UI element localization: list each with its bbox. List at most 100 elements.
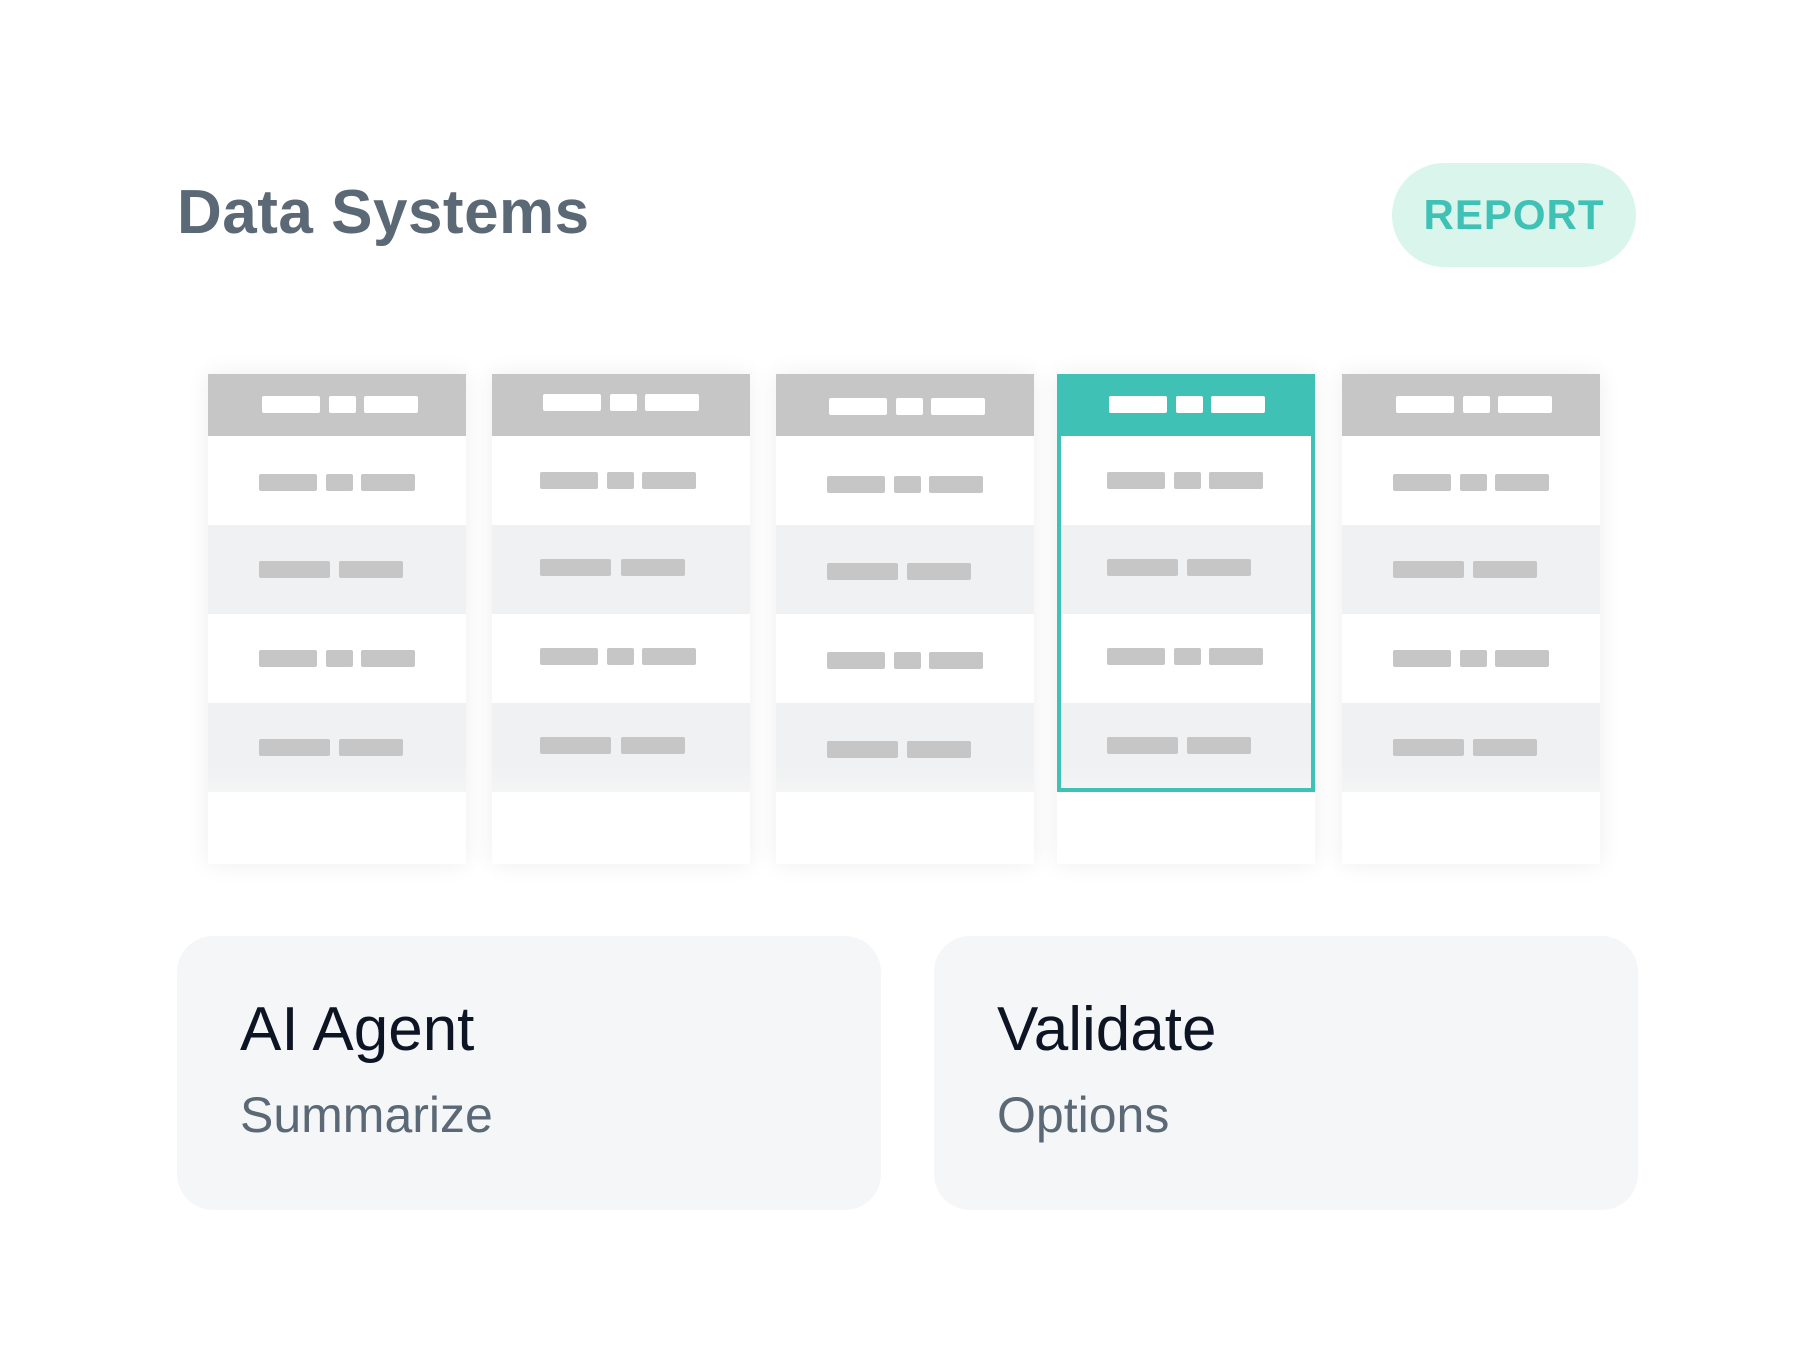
column-header[interactable] [1057, 374, 1315, 436]
header-placeholder [1211, 396, 1265, 413]
cell-placeholder [642, 472, 696, 489]
table-row [1342, 614, 1600, 703]
cell-placeholder [907, 563, 971, 580]
cell-placeholder [1174, 648, 1201, 665]
cell-placeholder [621, 737, 685, 754]
header-placeholder [262, 396, 320, 413]
header-placeholder [329, 396, 356, 413]
table-row [208, 525, 466, 614]
cell-placeholder [1495, 474, 1549, 491]
header-placeholder [1176, 396, 1203, 413]
card-subtitle: Options [997, 1087, 1170, 1143]
table-row [1057, 525, 1315, 614]
cell-placeholder [1473, 739, 1537, 756]
cell-placeholder [827, 652, 885, 669]
cell-placeholder [1460, 474, 1487, 491]
cell-placeholder [929, 476, 983, 493]
validate-card[interactable]: Validate Options [934, 936, 1638, 1210]
cell-placeholder [361, 474, 415, 491]
cell-placeholder [929, 652, 983, 669]
cell-placeholder [259, 739, 330, 756]
column-header[interactable] [776, 374, 1034, 436]
cell-placeholder [540, 737, 611, 754]
header-placeholder [1498, 396, 1552, 413]
cell-placeholder [1107, 648, 1165, 665]
cell-placeholder [1473, 561, 1537, 578]
cell-placeholder [540, 648, 598, 665]
cell-placeholder [1393, 474, 1451, 491]
cell-placeholder [894, 476, 921, 493]
table-preview [0, 0, 1798, 900]
cell-placeholder [1187, 559, 1251, 576]
cell-placeholder [827, 476, 885, 493]
cell-placeholder [259, 650, 317, 667]
cell-placeholder [1460, 650, 1487, 667]
table-row [776, 614, 1034, 703]
cell-placeholder [1393, 561, 1464, 578]
header-placeholder [829, 398, 887, 415]
cell-placeholder [621, 559, 685, 576]
cell-placeholder [607, 472, 634, 489]
page: Data Systems REPORT AI Agent Summarize V… [0, 0, 1798, 1346]
table-row [1342, 436, 1600, 525]
cell-placeholder [642, 648, 696, 665]
table-row [1057, 436, 1315, 525]
cell-placeholder [259, 474, 317, 491]
table-column-1[interactable] [208, 374, 466, 864]
cell-placeholder [1393, 650, 1451, 667]
header-placeholder [1109, 396, 1167, 413]
card-subtitle: Summarize [240, 1087, 493, 1143]
table-row [1342, 525, 1600, 614]
header-placeholder [896, 398, 923, 415]
cell-placeholder [1393, 739, 1464, 756]
column-header[interactable] [208, 374, 466, 436]
table-row [492, 525, 750, 614]
cell-placeholder [827, 741, 898, 758]
column-header[interactable] [1342, 374, 1600, 436]
header-placeholder [610, 394, 637, 411]
table-column-3[interactable] [776, 374, 1034, 864]
cell-placeholder [540, 472, 598, 489]
table-column-2[interactable] [492, 374, 750, 864]
cell-placeholder [1209, 648, 1263, 665]
cell-placeholder [326, 474, 353, 491]
card-title: AI Agent [240, 995, 475, 1064]
cell-placeholder [827, 563, 898, 580]
cell-placeholder [1174, 472, 1201, 489]
table-column-5[interactable] [1342, 374, 1600, 864]
header-placeholder [931, 398, 985, 415]
header-placeholder [543, 394, 601, 411]
cell-placeholder [339, 739, 403, 756]
cell-placeholder [907, 741, 971, 758]
table-row [208, 614, 466, 703]
header-placeholder [364, 396, 418, 413]
cell-placeholder [1107, 559, 1178, 576]
table-row [1057, 703, 1315, 792]
header-placeholder [1396, 396, 1454, 413]
cell-placeholder [607, 648, 634, 665]
table-row [492, 703, 750, 792]
card-title: Validate [997, 995, 1217, 1064]
cell-placeholder [339, 561, 403, 578]
cell-placeholder [259, 561, 330, 578]
table-row [492, 614, 750, 703]
cell-placeholder [894, 652, 921, 669]
header-placeholder [645, 394, 699, 411]
cell-placeholder [1209, 472, 1263, 489]
header-placeholder [1463, 396, 1490, 413]
table-row [776, 525, 1034, 614]
table-row [1057, 614, 1315, 703]
column-header[interactable] [492, 374, 750, 436]
cell-placeholder [540, 559, 611, 576]
cell-placeholder [1107, 737, 1178, 754]
cell-placeholder [1187, 737, 1251, 754]
table-row [1342, 703, 1600, 792]
table-row [492, 436, 750, 525]
ai-agent-card[interactable]: AI Agent Summarize [177, 936, 881, 1210]
table-row [776, 436, 1034, 525]
table-row [208, 436, 466, 525]
table-column-4-selected[interactable] [1057, 374, 1315, 864]
cell-placeholder [361, 650, 415, 667]
cell-placeholder [326, 650, 353, 667]
cell-placeholder [1107, 472, 1165, 489]
